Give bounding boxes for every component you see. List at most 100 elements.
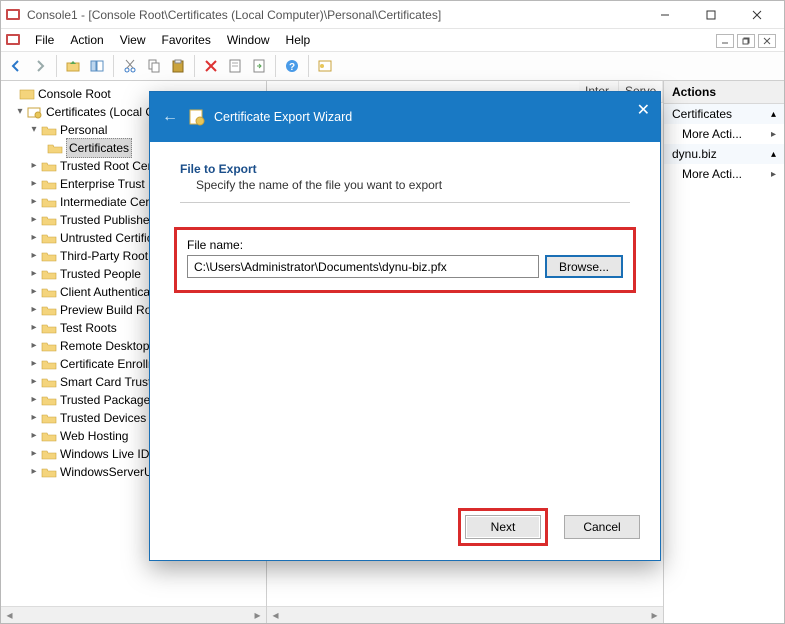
menu-file[interactable]: File <box>27 30 62 50</box>
export-list-button[interactable] <box>248 55 270 77</box>
folder-icon <box>41 285 57 299</box>
forward-button[interactable] <box>29 55 51 77</box>
folder-icon <box>41 267 57 281</box>
folder-icon <box>41 411 57 425</box>
back-button[interactable] <box>5 55 27 77</box>
copy-button[interactable] <box>143 55 165 77</box>
folder-icon <box>41 393 57 407</box>
tree-item-label: Certificate Enrollm <box>60 355 158 373</box>
mdi-minimize-button[interactable] <box>716 34 734 48</box>
twisty-closed-icon[interactable]: ▸ <box>27 265 41 283</box>
cancel-button[interactable]: Cancel <box>564 515 640 539</box>
tree-horizontal-scrollbar[interactable]: ◂ ▸ <box>1 606 266 623</box>
twisty-closed-icon[interactable]: ▸ <box>27 355 41 373</box>
tree-item-label: Trusted Publishers <box>60 211 160 229</box>
actions-group-label: Certificates <box>672 107 732 121</box>
tree-root-label: Console Root <box>38 85 111 103</box>
properties-button[interactable] <box>224 55 246 77</box>
actions-more-label: More Acti... <box>682 167 742 181</box>
actions-header: Actions <box>664 81 784 104</box>
twisty-closed-icon[interactable]: ▸ <box>27 229 41 247</box>
twisty-closed-icon[interactable]: ▸ <box>27 391 41 409</box>
tree-item-label: Web Hosting <box>60 427 128 445</box>
folder-icon <box>41 375 57 389</box>
twisty-closed-icon[interactable]: ▸ <box>27 283 41 301</box>
actions-more-dynubiz[interactable]: More Acti... ▸ <box>664 164 784 184</box>
twisty-closed-icon[interactable]: ▸ <box>27 319 41 337</box>
twisty-closed-icon[interactable]: ▸ <box>27 427 41 445</box>
twisty-closed-icon[interactable]: ▸ <box>27 463 41 481</box>
actions-pane: Actions Certificates ▴ More Acti... ▸ dy… <box>664 81 784 623</box>
folder-icon <box>41 339 57 353</box>
twisty-closed-icon[interactable]: ▸ <box>27 211 41 229</box>
delete-button[interactable] <box>200 55 222 77</box>
twisty-closed-icon[interactable]: ▸ <box>27 373 41 391</box>
tree-item-label: Test Roots <box>60 319 117 337</box>
close-button[interactable] <box>734 1 780 29</box>
twisty-closed-icon[interactable]: ▸ <box>27 157 41 175</box>
scroll-right-icon[interactable]: ▸ <box>646 607 663 624</box>
filename-input[interactable] <box>187 255 539 278</box>
folder-icon <box>41 159 57 173</box>
minimize-button[interactable] <box>642 1 688 29</box>
certificate-export-wizard: ← Certificate Export Wizard ✕ File to Ex… <box>149 91 661 561</box>
maximize-button[interactable] <box>688 1 734 29</box>
twisty-closed-icon[interactable]: ▸ <box>27 247 41 265</box>
scroll-right-icon[interactable]: ▸ <box>249 607 266 624</box>
twisty-closed-icon[interactable]: ▸ <box>27 175 41 193</box>
chevron-right-icon: ▸ <box>771 129 776 140</box>
folder-icon <box>41 447 57 461</box>
menu-help[interactable]: Help <box>278 30 319 50</box>
show-hide-tree-button[interactable] <box>86 55 108 77</box>
twisty-closed-icon[interactable]: ▸ <box>27 337 41 355</box>
wizard-heading: File to Export <box>180 162 630 176</box>
twisty-closed-icon[interactable]: ▸ <box>27 445 41 463</box>
twisty-closed-icon[interactable]: ▸ <box>27 301 41 319</box>
up-button[interactable] <box>62 55 84 77</box>
menu-favorites[interactable]: Favorites <box>154 30 219 50</box>
window-titlebar: Console1 - [Console Root\Certificates (L… <box>1 1 784 29</box>
folder-icon <box>41 213 57 227</box>
actions-group-dynubiz[interactable]: dynu.biz ▴ <box>664 144 784 164</box>
next-button[interactable]: Next <box>465 515 541 539</box>
menu-window[interactable]: Window <box>219 30 278 50</box>
next-highlight-box: Next <box>458 508 548 546</box>
tree-certificates-leaf-label: Certificates <box>66 138 132 158</box>
wizard-back-button[interactable]: ← <box>162 108 178 126</box>
folder-icon <box>41 357 57 371</box>
wizard-close-button[interactable]: ✕ <box>637 100 650 120</box>
certificate-icon <box>188 108 206 126</box>
folder-icon <box>41 429 57 443</box>
cut-button[interactable] <box>119 55 141 77</box>
tree-item-label: Trusted Devices <box>60 409 146 427</box>
twisty-open-icon[interactable]: ▾ <box>13 103 27 121</box>
mdi-restore-button[interactable] <box>737 34 755 48</box>
tree-item-label: Untrusted Certificat <box>60 229 163 247</box>
menu-view[interactable]: View <box>112 30 154 50</box>
actions-more-certificates[interactable]: More Acti... ▸ <box>664 124 784 144</box>
actions-group-label: dynu.biz <box>672 147 717 161</box>
actions-more-label: More Acti... <box>682 127 742 141</box>
toolbar: ? <box>1 51 784 81</box>
scroll-left-icon[interactable]: ◂ <box>1 607 18 624</box>
twisty-open-icon[interactable]: ▾ <box>27 121 41 139</box>
tree-item-label: Remote Desktop <box>60 337 149 355</box>
scroll-left-icon[interactable]: ◂ <box>267 607 284 624</box>
list-horizontal-scrollbar[interactable]: ◂ ▸ <box>267 606 663 623</box>
browse-button[interactable]: Browse... <box>545 255 623 278</box>
twisty-closed-icon[interactable]: ▸ <box>27 193 41 211</box>
paste-button[interactable] <box>167 55 189 77</box>
help-button[interactable]: ? <box>281 55 303 77</box>
folder-icon <box>41 123 57 137</box>
actions-group-certificates[interactable]: Certificates ▴ <box>664 104 784 124</box>
window-title: Console1 - [Console Root\Certificates (L… <box>27 8 642 22</box>
mdi-close-button[interactable] <box>758 34 776 48</box>
certificates-toolbar-button[interactable] <box>314 55 336 77</box>
collapse-arrow-icon: ▴ <box>771 149 776 160</box>
folder-icon <box>41 465 57 479</box>
certificates-store-icon <box>27 105 43 119</box>
menu-action[interactable]: Action <box>62 30 111 50</box>
twisty-closed-icon[interactable]: ▸ <box>27 409 41 427</box>
chevron-right-icon: ▸ <box>771 169 776 180</box>
folder-icon <box>41 195 57 209</box>
